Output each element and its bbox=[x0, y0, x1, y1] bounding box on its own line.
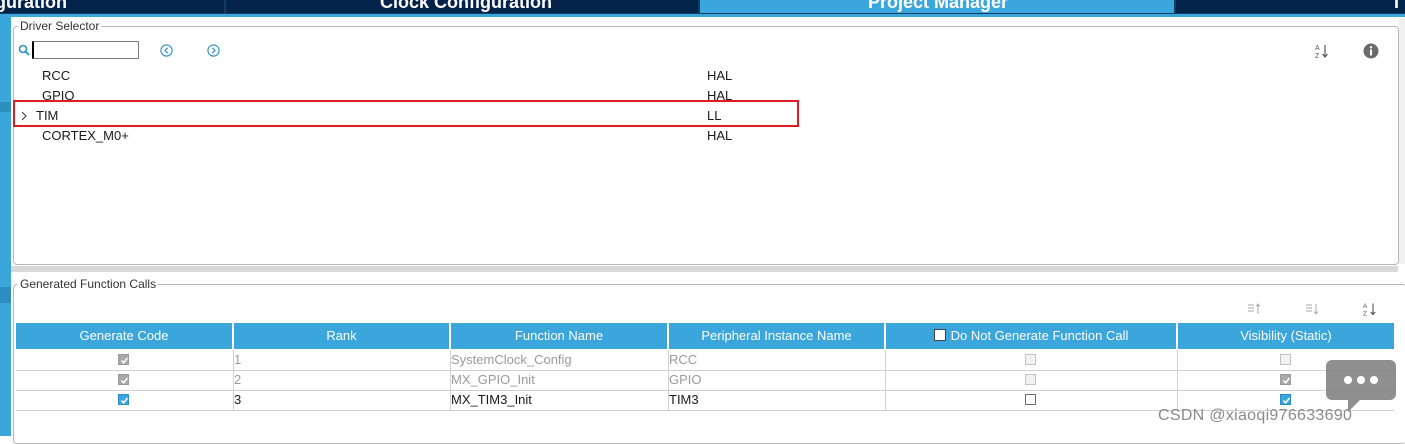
svg-text:Z: Z bbox=[1363, 311, 1367, 317]
col-generate-code[interactable]: Generate Code bbox=[16, 323, 232, 349]
tab-project-manager[interactable]: Project Manager bbox=[700, 0, 1174, 13]
peripheral-name: RCC bbox=[669, 352, 698, 367]
cell-generate bbox=[16, 390, 234, 410]
table-row[interactable]: 2 MX_GPIO_Init GPIO bbox=[16, 370, 1394, 391]
table-header: Generate Code Rank Function Name Periphe… bbox=[16, 323, 1394, 349]
cell-do-not-generate bbox=[886, 390, 1178, 410]
do-not-generate-checkbox[interactable] bbox=[1025, 354, 1036, 365]
col-peripheral-instance[interactable]: Peripheral Instance Name bbox=[669, 323, 884, 349]
tab-underline bbox=[0, 14, 1405, 17]
col-rank[interactable]: Rank bbox=[234, 323, 449, 349]
driver-library[interactable]: HAL bbox=[707, 128, 732, 143]
panel-splitter[interactable] bbox=[11, 266, 1398, 272]
tab-tools[interactable]: T bbox=[1176, 0, 1405, 13]
peripheral-name: TIM3 bbox=[669, 392, 699, 407]
tab-label: T bbox=[1391, 0, 1402, 12]
column-label: Visibility (Static) bbox=[1240, 328, 1332, 343]
col-visibility[interactable]: Visibility (Static) bbox=[1178, 323, 1394, 349]
driver-row-cortex[interactable]: CORTEX_M0+ HAL bbox=[14, 126, 794, 146]
watermark: CSDN @xiaoqi976633690 bbox=[1158, 407, 1353, 424]
info-icon[interactable] bbox=[1363, 43, 1379, 59]
cell-peripheral: GPIO bbox=[669, 370, 886, 390]
cell-rank: 2 bbox=[234, 370, 451, 390]
column-label: Function Name bbox=[514, 328, 604, 343]
driver-library[interactable]: HAL bbox=[707, 68, 732, 83]
sort-az-icon[interactable]: A Z bbox=[1314, 43, 1330, 59]
driver-row-rcc[interactable]: RCC HAL bbox=[14, 66, 794, 86]
function-name: SystemClock_Config bbox=[451, 352, 572, 367]
cell-function: SystemClock_Config bbox=[451, 350, 669, 370]
move-down-icon[interactable] bbox=[1305, 302, 1319, 316]
cell-peripheral: RCC bbox=[669, 350, 886, 370]
col-do-not-generate[interactable]: Do Not Generate Function Call bbox=[886, 323, 1176, 349]
svg-text:A: A bbox=[1315, 45, 1320, 52]
cell-do-not-generate bbox=[886, 350, 1178, 370]
tab-pinout-configuration[interactable]: iguration bbox=[0, 0, 224, 13]
driver-name: CORTEX_M0+ bbox=[42, 128, 129, 143]
visibility-checkbox[interactable] bbox=[1280, 354, 1291, 365]
generate-checkbox[interactable] bbox=[118, 394, 129, 405]
driver-search-input[interactable] bbox=[32, 41, 139, 59]
cell-function: MX_TIM3_Init bbox=[451, 390, 669, 410]
visibility-checkbox[interactable] bbox=[1280, 374, 1291, 385]
next-match-icon[interactable] bbox=[207, 44, 220, 57]
cell-do-not-generate bbox=[886, 370, 1178, 390]
driver-name: RCC bbox=[42, 68, 71, 83]
rank-value: 2 bbox=[234, 372, 242, 387]
perspective-tab-bar: iguration Clock Configuration Project Ma… bbox=[0, 0, 1405, 14]
do-not-generate-checkbox[interactable] bbox=[1025, 394, 1036, 405]
function-name: MX_TIM3_Init bbox=[451, 392, 532, 407]
sort-az-icon[interactable]: A Z bbox=[1363, 302, 1377, 316]
left-strip-marker bbox=[0, 287, 11, 303]
tab-label: iguration bbox=[0, 0, 67, 12]
highlight-annotation bbox=[13, 100, 799, 127]
move-up-icon[interactable] bbox=[1247, 302, 1261, 316]
left-side-strip bbox=[0, 17, 11, 436]
rank-value: 1 bbox=[234, 352, 242, 367]
table-row[interactable]: 1 SystemClock_Config RCC bbox=[16, 350, 1394, 371]
generate-checkbox[interactable] bbox=[118, 374, 129, 385]
tab-clock-configuration[interactable]: Clock Configuration bbox=[226, 0, 698, 13]
cell-peripheral: TIM3 bbox=[669, 390, 886, 410]
cell-generate bbox=[16, 350, 234, 370]
cell-rank: 1 bbox=[234, 350, 451, 370]
svg-text:Z: Z bbox=[1315, 53, 1320, 59]
tab-label: Project Manager bbox=[868, 0, 1009, 12]
svg-text:A: A bbox=[1363, 303, 1368, 310]
peripheral-name: GPIO bbox=[669, 372, 702, 387]
tab-label: Clock Configuration bbox=[380, 0, 552, 12]
cell-rank: 3 bbox=[234, 390, 451, 410]
column-label: Generate Code bbox=[79, 328, 169, 343]
function-name: MX_GPIO_Init bbox=[451, 372, 535, 387]
column-label: Do Not Generate Function Call bbox=[950, 328, 1129, 343]
left-strip-marker bbox=[0, 102, 11, 112]
header-checkbox[interactable] bbox=[933, 329, 946, 341]
column-label: Peripheral Instance Name bbox=[701, 328, 852, 343]
column-label: Rank bbox=[326, 328, 357, 343]
driver-selector-legend: Driver Selector bbox=[20, 19, 100, 33]
vertical-scrollbar[interactable] bbox=[1399, 19, 1405, 264]
col-function-name[interactable]: Function Name bbox=[451, 323, 667, 349]
previous-match-icon[interactable] bbox=[160, 44, 173, 57]
generated-calls-legend: Generated Function Calls bbox=[20, 277, 157, 291]
rank-value: 3 bbox=[234, 392, 242, 407]
visibility-checkbox[interactable] bbox=[1280, 394, 1291, 405]
do-not-generate-checkbox[interactable] bbox=[1025, 374, 1036, 385]
cell-function: MX_GPIO_Init bbox=[451, 370, 669, 390]
generate-checkbox[interactable] bbox=[118, 354, 129, 365]
search-icon bbox=[18, 44, 30, 56]
cell-generate bbox=[16, 370, 234, 390]
